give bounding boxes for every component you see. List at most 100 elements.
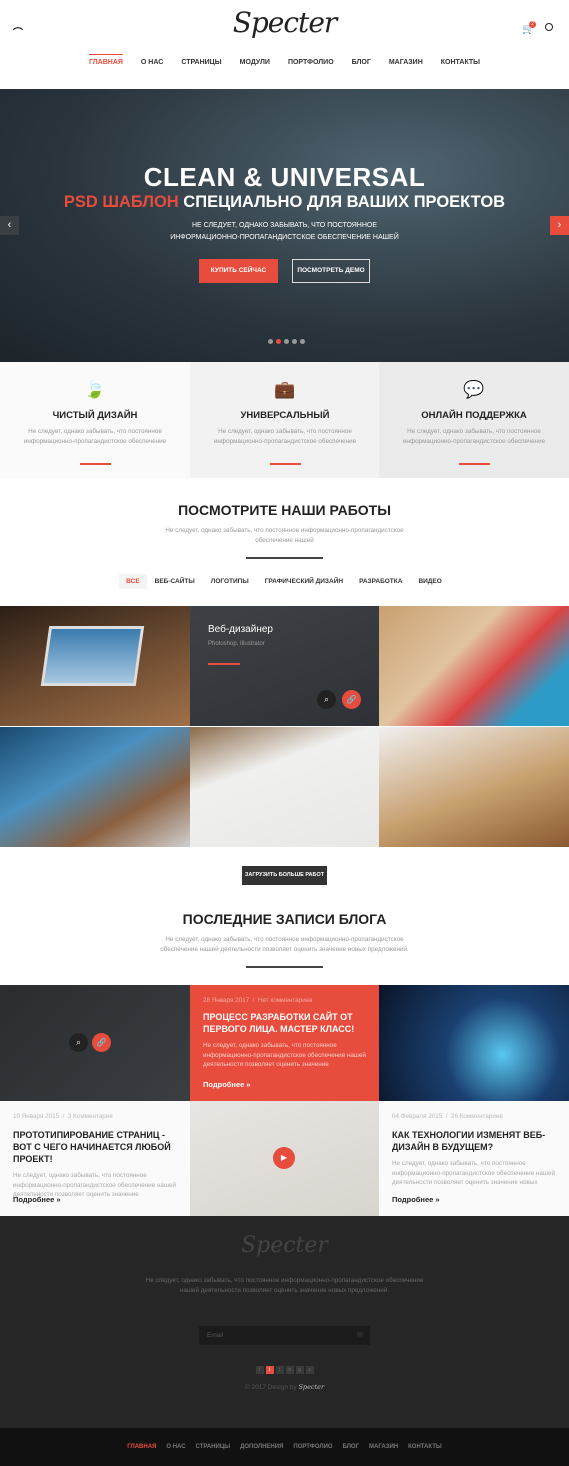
nav-portfolio[interactable]: ПОРТФОЛИО [279,58,343,68]
copyright-brand: Specter [298,1383,325,1391]
works-subtitle: Не следует, однако забывать, что постоян… [165,527,404,544]
footer-nav-portfolio[interactable]: ПОРТФОЛИО [288,1444,337,1450]
read-more-link[interactable]: Подробнее » [13,1195,61,1204]
hero-slider: CLEAN & UNIVERSAL PSD ШАБЛОН СПЕЦИАЛЬНО … [0,89,569,362]
filter-all[interactable]: ВСЕ [119,574,147,589]
skype-icon[interactable]: s [305,1366,314,1374]
filter-logos[interactable]: ЛОГОТИПЫ [203,574,257,589]
post-meta: 04 Февраля 2015 / 26 Комментариев [392,1113,503,1120]
facebook-icon[interactable]: f [255,1366,264,1374]
post-comments[interactable]: 26 Комментариев [451,1113,503,1120]
post-title[interactable]: ПРОТОТИПИРОВАНИЕ СТРАНИЦ - ВОТ С ЧЕГО НА… [13,1129,177,1165]
portfolio-item[interactable] [379,727,569,847]
footer-nav: ГЛАВНАЯ О НАС СТРАНИЦЫ ДОПОЛНЕНИЯ ПОРТФОЛИО Б… [0,1428,569,1466]
hero-text: НЕ СЛЕДУЕТ, ОДНАКО ЗАБЫВАТЬ, ЧТО ПОСТОЯН… [0,220,569,244]
divider [269,463,301,465]
tumblr-icon[interactable]: t [275,1366,284,1374]
email-input[interactable]: Email ✉ [199,1326,370,1345]
slide-dot[interactable] [292,339,297,344]
footer-nav-blog[interactable]: БЛОГ [338,1444,364,1450]
view-demo-button[interactable]: ПОСМОТРЕТЬ ДЕМО [292,259,370,283]
portfolio-item[interactable] [0,606,190,726]
slide-dot[interactable] [268,339,273,344]
link-icon[interactable]: 🔗 [92,1033,111,1052]
portfolio-item-hover[interactable]: Веб-дизайнер Photoshop, Illustrator ⌕ 🔗 [190,606,380,726]
read-more-link[interactable]: Подробнее » [203,1080,251,1089]
twitter-icon[interactable]: t [265,1366,274,1374]
buy-now-button[interactable]: КУПИТЬ СЕЙЧАС [199,259,278,283]
briefcase-icon: 💼 [274,380,296,399]
prev-slide-arrow[interactable]: ‹ [0,216,19,235]
portfolio-item-title: Веб-дизайнер [208,624,273,635]
nav-shop[interactable]: МАГАЗИН [380,58,432,68]
hero-text-line2: ИНФОРМАЦИОННО-ПРОПАГАНДИСТСКОЕ ОБЕСПЕЧЕН… [170,234,399,241]
leaf-icon: 🍃 [84,380,106,399]
filter-graphic-design[interactable]: ГРАФИЧЕСКИЙ ДИЗАЙН [257,574,351,589]
linkedin-icon[interactable]: in [285,1366,294,1374]
footer-nav-contacts[interactable]: КОНТАКТЫ [403,1444,447,1450]
divider [246,557,323,559]
footer-nav-pages[interactable]: СТРАНИЦЫ [191,1444,236,1450]
play-icon[interactable]: ▶ [273,1147,295,1169]
zoom-icon[interactable]: ⌕ [69,1033,88,1052]
slide-dot[interactable] [300,339,305,344]
slider-dots [268,339,305,344]
footer-nav-about[interactable]: О НАС [161,1444,190,1450]
filter-development[interactable]: РАЗРАБОТКА [351,574,410,589]
portfolio-item[interactable] [0,727,190,847]
filter-websites[interactable]: ВЕБ-САЙТЫ [147,574,203,589]
envelope-icon[interactable]: ✉ [357,1331,363,1339]
nav-contacts[interactable]: КОНТАКТЫ [432,58,489,68]
next-slide-arrow[interactable]: › [550,216,569,235]
nav-blog[interactable]: БЛОГ [343,58,380,68]
google-plus-icon[interactable]: g [295,1366,304,1374]
nav-home[interactable]: ГЛАВНАЯ [80,54,132,68]
feature-support: 💬 ОНЛАЙН ПОДДЕРЖКА Не следует, однако за… [379,362,569,478]
hero-subtitle-accent: PSD ШАБЛОН [63,193,179,211]
blog-video-thumbnail[interactable]: ▶ [190,1101,380,1216]
post-comments[interactable]: Нет комментариев [258,997,313,1004]
post-meta: 28 Января 2017 / Нет комментариев [203,997,313,1004]
blog-post: 04 Февраля 2015 / 26 Комментариев КАК ТЕ… [379,1101,569,1216]
portfolio-item[interactable] [379,606,569,726]
nav-about[interactable]: О НАС [132,58,172,68]
blog-image[interactable] [379,985,569,1101]
post-date: 10 Января 2015 [13,1113,60,1120]
footer-nav-home[interactable]: ГЛАВНАЯ [122,1444,161,1450]
feature-title: УНИВЕРСАЛЬНЫЙ [240,410,330,421]
feature-title: ЧИСТЫЙ ДИЗАЙН [52,410,138,421]
post-title[interactable]: КАК ТЕХНОЛОГИИ ИЗМЕНЯТ ВЕБ-ДИЗАЙН В БУДУ… [392,1129,556,1153]
portfolio-filters: ВСЕ ВЕБ-САЙТЫ ЛОГОТИПЫ ГРАФИЧЕСКИЙ ДИЗАЙН РА… [0,574,569,589]
slide-dot[interactable] [276,339,281,344]
read-more-link[interactable]: Подробнее » [392,1195,440,1204]
zoom-icon[interactable]: ⌕ [317,690,336,709]
link-icon[interactable]: 🔗 [342,690,361,709]
chat-icon: 💬 [463,380,485,399]
main-nav: ГЛАВНАЯ О НАС СТРАНИЦЫ МОДУЛИ ПОРТФОЛИО БЛОГ М… [0,54,569,68]
feature-text: Не следует, однако забывать, что постоян… [23,428,167,445]
filter-video[interactable]: ВИДЕО [410,574,449,589]
hero-text-line1: НЕ СЛЕДУЕТ, ОДНАКО ЗАБЫВАТЬ, ЧТО ПОСТОЯН… [191,222,378,229]
load-more-button[interactable]: ЗАГРУЗИТЬ БОЛЬШЕ РАБОТ [242,866,327,885]
header: ⌒ Specter 🛒 2 ГЛАВНАЯ О НАС СТРАНИЦЫ МОДУЛИ… [0,0,569,89]
portfolio-item[interactable] [190,727,380,847]
search-icon[interactable] [545,23,553,31]
blog-image[interactable]: ⌕ 🔗 [0,985,190,1101]
divider [246,966,323,968]
post-excerpt: Не следует, однако забывать, что постоян… [203,1042,367,1068]
feature-title: ОНЛАЙН ПОДДЕРЖКА [421,410,527,421]
footer-nav-addons[interactable]: ДОПОЛНЕНИЯ [235,1444,288,1450]
footer-nav-shop[interactable]: МАГАЗИН [364,1444,403,1450]
nav-pages[interactable]: СТРАНИЦЫ [172,58,230,68]
logo[interactable]: Specter [0,6,569,39]
nav-modules[interactable]: МОДУЛИ [231,58,279,68]
hero-subtitle-rest: СПЕЦИАЛЬНО ДЛЯ ВАШИХ ПРОЕКТОВ [183,193,506,211]
post-comments[interactable]: 3 Комментария [68,1113,113,1120]
portfolio-item-tags: Photoshop, Illustrator [208,641,265,647]
footer-logo: Specter [241,1233,328,1258]
post-title[interactable]: ПРОЦЕСС РАЗРАБОТКИ САЙТ ОТ ПЕРВОГО ЛИЦА.… [203,1011,367,1035]
slide-dot[interactable] [284,339,289,344]
copyright-text: © 2017 Design by [244,1384,297,1391]
blog-post: 28 Января 2017 / Нет комментариев ПРОЦЕС… [190,985,380,1101]
copyright: © 2017 Design by Specter [0,1383,569,1391]
